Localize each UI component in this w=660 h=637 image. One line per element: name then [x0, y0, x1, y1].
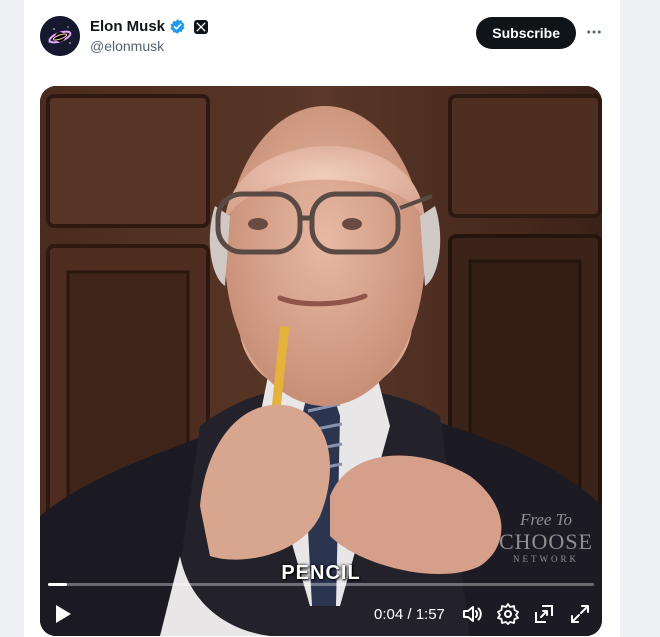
- gear-icon[interactable]: [496, 602, 520, 626]
- video-caption: PENCIL: [281, 562, 361, 584]
- play-icon[interactable]: [52, 602, 74, 626]
- name-row: Elon Musk: [90, 18, 209, 35]
- post-card: Elon Musk @elonmusk Subscribe Free To CH…: [24, 0, 620, 637]
- verified-badge-icon: [169, 18, 186, 35]
- video-player[interactable]: Free To CHOOSE NETWORK PENCIL 0:04 / 1:5…: [40, 86, 602, 636]
- x-logo-icon: [194, 19, 209, 34]
- video-time: 0:04 / 1:57: [374, 606, 445, 623]
- avatar[interactable]: [40, 16, 80, 56]
- video-progress-bar[interactable]: [48, 583, 594, 586]
- video-progress-fill: [48, 583, 67, 586]
- more-icon[interactable]: [584, 22, 604, 42]
- watermark-line-2: CHOOSE: [498, 529, 593, 554]
- display-name[interactable]: Elon Musk: [90, 18, 165, 35]
- fullscreen-icon[interactable]: [568, 602, 592, 626]
- video-controls: 0:04 / 1:57: [40, 596, 602, 632]
- watermark-line-1: Free To: [519, 510, 573, 529]
- subscribe-button[interactable]: Subscribe: [476, 17, 576, 49]
- post-header: Elon Musk @elonmusk Subscribe: [40, 14, 604, 58]
- video-watermark: Free To CHOOSE NETWORK: [494, 510, 598, 564]
- picture-in-picture-icon[interactable]: [532, 602, 556, 626]
- user-handle[interactable]: @elonmusk: [90, 38, 164, 54]
- volume-icon[interactable]: [460, 602, 484, 626]
